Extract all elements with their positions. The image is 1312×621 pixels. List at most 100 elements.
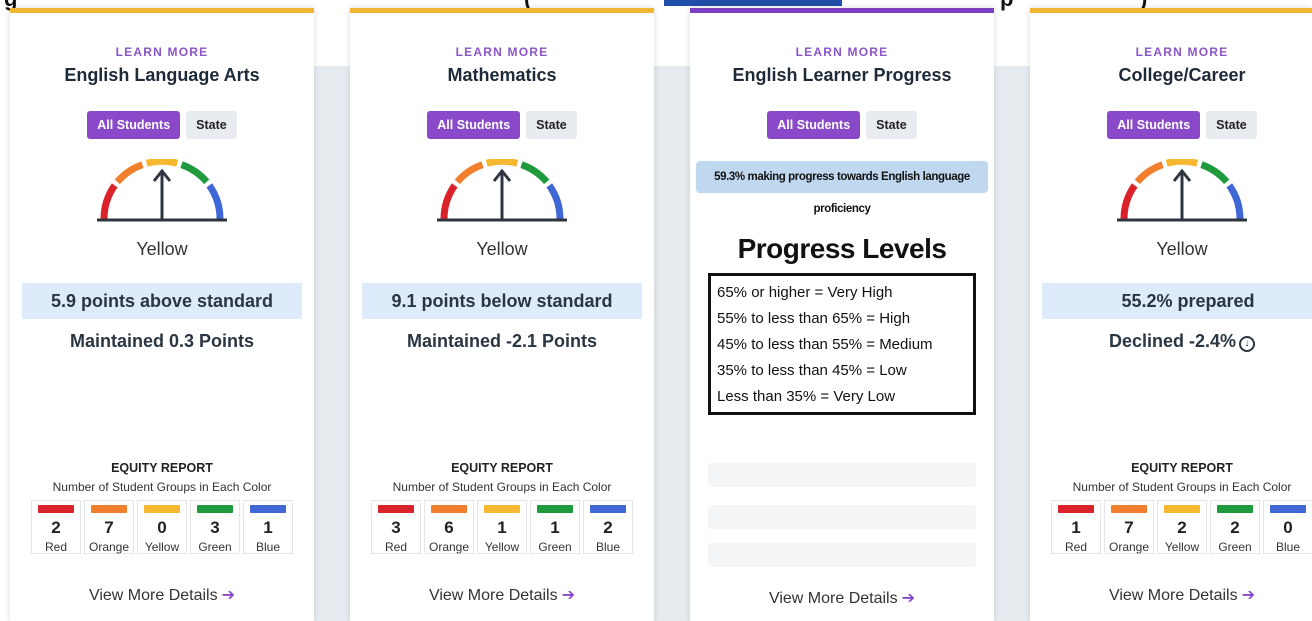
- status-color-label: Yellow: [1156, 239, 1208, 259]
- header-link[interactable]: [664, 0, 842, 6]
- arrow-right-icon: ➔: [901, 590, 916, 607]
- color-bar-yellow: [144, 505, 180, 513]
- equity-title: EQUITY REPORT: [451, 461, 553, 475]
- details-label: View More Details: [428, 587, 558, 604]
- details-label: View More Details: [88, 587, 218, 604]
- learn-more-link[interactable]: LEARN MORE: [690, 45, 994, 59]
- progress-level-line: 45% to less than 55% = Medium: [717, 336, 933, 353]
- equity-count: 3: [210, 518, 220, 537]
- equity-cell-blue: 1 Blue: [243, 500, 293, 554]
- equity-label: Green: [198, 540, 232, 554]
- equity-cells: 3 Red 6 Orange 1 Yellow 1 Green 2 Blue: [350, 500, 654, 554]
- equity-count: 2: [1177, 518, 1187, 537]
- equity-cell-yellow: 1 Yellow: [477, 500, 527, 554]
- equity-cell-green: 3 Green: [190, 500, 240, 554]
- equity-cell-orange: 6 Orange: [424, 500, 474, 554]
- view-more-details-link[interactable]: View More Details ➔: [350, 585, 654, 605]
- equity-title: EQUITY REPORT: [111, 461, 213, 475]
- equity-count: 1: [497, 518, 507, 537]
- card-title: College/Career: [1118, 65, 1246, 85]
- color-bar-blue: [250, 505, 286, 513]
- color-bar-orange: [431, 505, 467, 513]
- learn-more-link[interactable]: LEARN MORE: [1030, 45, 1312, 59]
- student-toggle: All Students State: [10, 111, 314, 139]
- student-toggle: All Students State: [350, 111, 654, 139]
- card-english-learner-progress: LEARN MORE English Learner Progress All …: [690, 8, 994, 621]
- equity-count: 1: [263, 518, 273, 537]
- performance-gauge-icon: [10, 159, 314, 225]
- change-summary: Maintained -2.1 Points: [406, 331, 598, 351]
- view-more-details-link[interactable]: View More Details ➔: [1030, 585, 1312, 605]
- equity-count: 1: [1071, 518, 1081, 537]
- all-students-button[interactable]: All Students: [87, 111, 181, 139]
- equity-cells: 1 Red 7 Orange 2 Yellow 2 Green 0 Blue: [1030, 500, 1312, 554]
- color-bar-green: [197, 505, 233, 513]
- equity-cell-blue: 0 Blue: [1263, 500, 1312, 554]
- obscured-row: [708, 463, 976, 487]
- color-bar-red: [38, 505, 74, 513]
- change-text: Declined -2.4%: [1108, 331, 1237, 351]
- equity-count: 6: [444, 518, 454, 537]
- equity-label: Orange: [1108, 540, 1150, 554]
- status-color-label: Yellow: [476, 239, 528, 259]
- equity-subtitle: Number of Student Groups in Each Color: [1072, 480, 1292, 494]
- state-button[interactable]: State: [866, 111, 917, 139]
- equity-label: Orange: [88, 540, 130, 554]
- status-color-label: Yellow: [136, 239, 188, 259]
- progress-levels-title: Progress Levels: [737, 233, 947, 264]
- dashboard-stage: g ( p ) LEARN MORE English Language Arts…: [0, 0, 1312, 621]
- equity-count: 2: [603, 518, 613, 537]
- equity-cells: 2 Red 7 Orange 0 Yellow 3 Green 1 Blue: [10, 500, 314, 554]
- color-bar-orange: [91, 505, 127, 513]
- color-bar-yellow: [1164, 505, 1200, 513]
- student-toggle: All Students State: [1030, 111, 1312, 139]
- down-circle-icon: ↓: [1239, 336, 1256, 352]
- student-toggle: All Students State: [690, 111, 994, 139]
- obscured-row: [708, 543, 976, 567]
- card-title: English Learner Progress: [732, 65, 952, 85]
- equity-cell-red: 1 Red: [1051, 500, 1101, 554]
- progress-levels-box: 65% or higher = Very High 55% to less th…: [708, 273, 976, 415]
- equity-cell-green: 1 Green: [530, 500, 580, 554]
- view-more-details-link[interactable]: View More Details ➔: [10, 585, 314, 605]
- equity-label: Green: [1218, 540, 1252, 554]
- state-button[interactable]: State: [526, 111, 577, 139]
- equity-count: 1: [550, 518, 560, 537]
- header-fragment-right: p: [1000, 0, 1013, 12]
- equity-report: EQUITY REPORT Number of Student Groups i…: [10, 461, 314, 554]
- equity-count: 0: [1283, 518, 1293, 537]
- equity-label: Blue: [255, 540, 281, 554]
- state-button[interactable]: State: [1206, 111, 1257, 139]
- view-more-details-link[interactable]: View More Details ➔: [690, 588, 994, 608]
- all-students-button[interactable]: All Students: [767, 111, 861, 139]
- details-label: View More Details: [768, 590, 898, 607]
- equity-label: Orange: [428, 540, 470, 554]
- equity-count: 2: [51, 518, 61, 537]
- change-summary: Declined -2.4% ↓: [1030, 331, 1312, 352]
- learn-more-link[interactable]: LEARN MORE: [10, 45, 314, 59]
- equity-label: Yellow: [144, 540, 180, 554]
- learn-more-link[interactable]: LEARN MORE: [350, 45, 654, 59]
- card-english-language-arts: LEARN MORE English Language Arts All Stu…: [10, 8, 314, 621]
- equity-label: Red: [44, 540, 67, 554]
- color-bar-red: [378, 505, 414, 513]
- points-summary: 9.1 points below standard: [362, 283, 642, 319]
- card-college-career: LEARN MORE College/Career All Students S…: [1030, 8, 1312, 621]
- state-button[interactable]: State: [186, 111, 237, 139]
- equity-count: 3: [391, 518, 401, 537]
- all-students-button[interactable]: All Students: [427, 111, 521, 139]
- equity-label: Red: [1064, 540, 1087, 554]
- obscured-row: [708, 505, 976, 529]
- color-bar-orange: [1111, 505, 1147, 513]
- equity-cell-orange: 7 Orange: [84, 500, 134, 554]
- equity-count: 0: [157, 518, 167, 537]
- arrow-right-icon: ➔: [561, 587, 576, 604]
- card-title: Mathematics: [447, 65, 557, 85]
- equity-title: EQUITY REPORT: [1131, 461, 1233, 475]
- equity-label: Green: [538, 540, 572, 554]
- equity-count: 7: [1124, 518, 1134, 537]
- color-bar-yellow: [484, 505, 520, 513]
- arrow-right-icon: ➔: [221, 587, 236, 604]
- all-students-button[interactable]: All Students: [1107, 111, 1201, 139]
- points-summary: 55.2% prepared: [1042, 283, 1312, 319]
